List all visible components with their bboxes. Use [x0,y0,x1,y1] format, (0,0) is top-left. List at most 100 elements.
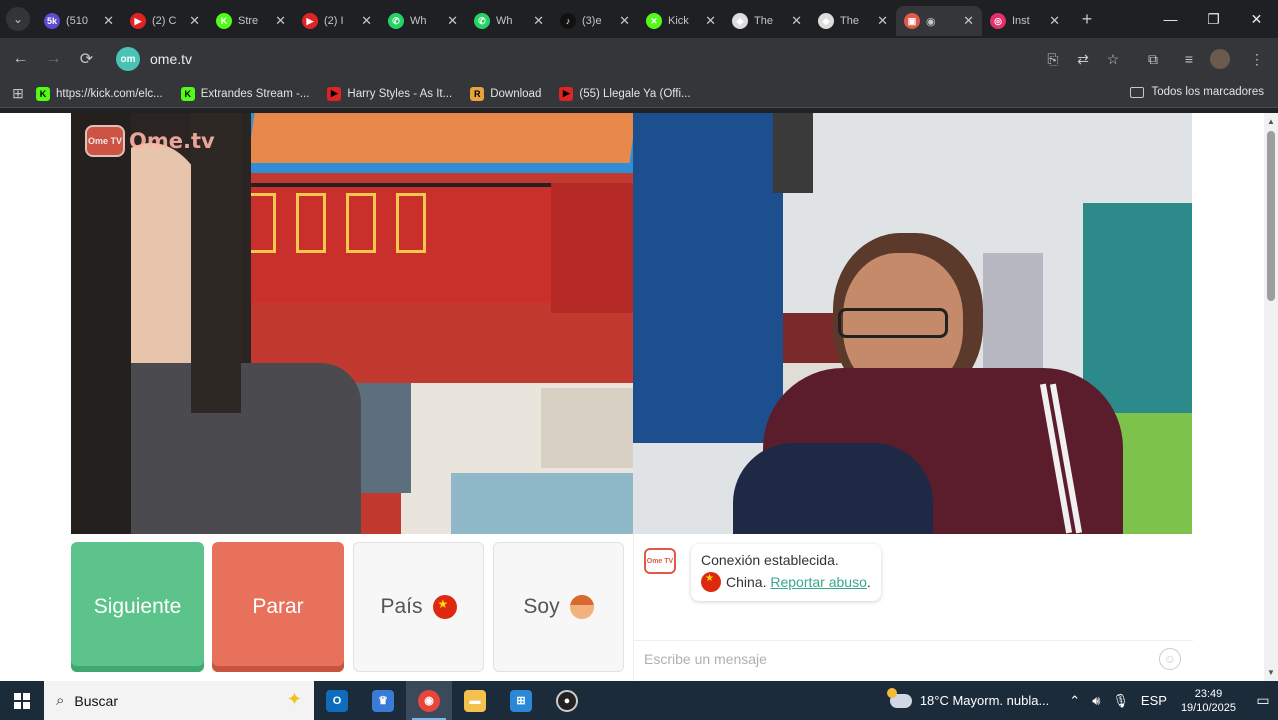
taskbar-file-explorer[interactable]: ▬ [452,681,498,720]
new-tab-button[interactable]: + [1072,9,1102,30]
tab-close-icon[interactable]: ✕ [705,13,716,29]
tab-title: The [754,15,773,27]
tab-9[interactable]: ◆ The ✕ [810,6,896,36]
profile-avatar[interactable] [1210,49,1230,69]
menu-icon[interactable]: ⋮ [1242,44,1272,74]
taskbar-app-trophy[interactable]: ♛ [360,681,406,720]
tab-list: 5k (510 ✕ ▶ (2) C ✕ K Stre ✕ ▶ (2) I ✕ ✆ Wh ✕ ✆ Wh ✕ ♪ (3)e… [36,2,1068,36]
tab-1[interactable]: ▶ (2) C ✕ [122,6,208,36]
window-controls: — ❐ ✕ [1149,0,1278,38]
tab-7[interactable]: ✕ Kick ✕ [638,6,724,36]
tab-11[interactable]: ◎ Inst ✕ [982,6,1068,36]
tab-close-icon[interactable]: ✕ [275,13,286,29]
extensions-icon[interactable]: ⧉ [1138,44,1168,74]
scroll-down-icon[interactable]: ▼ [1267,668,1275,677]
bookmark-item[interactable]: ▶ Harry Styles - As It... [327,86,452,101]
tab-close-icon[interactable]: ✕ [189,13,200,29]
tab-title: ◉ [926,15,936,28]
china-flag-icon [701,572,721,592]
forward-button[interactable]: → [37,43,70,75]
language-indicator[interactable]: ESP [1141,693,1167,708]
remote-video: Ome TV Ome.tv [71,113,633,534]
speaker-icon[interactable]: 🔊︎ [1092,693,1100,709]
weather-cloud-icon [886,687,912,708]
report-abuse-link[interactable]: Reportar abuso [770,574,867,590]
copilot-sparkle-icon: ✦ [286,689,302,709]
windows-logo-icon [14,692,30,709]
scrollbar-thumb[interactable] [1267,131,1275,301]
outlook-icon: O [326,689,348,712]
bookmark-star-icon[interactable]: ☆ [1098,44,1128,74]
microphone-icon[interactable]: 🎙︎ [1112,693,1129,709]
tab-6[interactable]: ♪ (3)e ✕ [552,6,638,36]
tab-close-icon[interactable]: ✕ [1049,13,1060,29]
site-info-icon[interactable]: om [116,47,140,71]
tab-close-icon[interactable]: ✕ [533,13,544,29]
emoji-icon[interactable]: ☺ [1159,648,1181,670]
tab-close-icon[interactable]: ✕ [103,13,114,29]
message-input-area: ☺ [634,640,1193,676]
gender-button[interactable]: Soy [493,542,624,672]
address-bar[interactable]: om ome.tv [112,43,1112,75]
tab-title: (510 [66,15,89,27]
tab-0[interactable]: 5k (510 ✕ [36,6,122,36]
tab-favicon-icon: ✆ [474,13,490,29]
page-scrollbar[interactable]: ▲ ▼ [1264,113,1278,681]
install-app-icon[interactable]: ⎘ [1038,44,1068,74]
ome-tv-logo-box: Ome TV [85,125,125,157]
url-text[interactable]: ome.tv [150,51,192,67]
taskbar-chrome[interactable]: ◉ [406,681,452,720]
translate-icon[interactable]: ⇄ [1068,44,1098,74]
country-button-label: País [380,595,423,618]
tab-search-button[interactable]: ⌄ [0,0,36,38]
all-bookmarks-button[interactable]: Todos los marcadores [1129,86,1264,98]
close-window-icon[interactable]: ✕ [1235,0,1278,38]
bookmark-item[interactable]: R Download [470,86,542,101]
tab-close-icon[interactable]: ✕ [619,13,630,29]
chevron-up-icon[interactable]: ⌃ [1069,693,1080,709]
next-button[interactable]: Siguiente [71,542,204,672]
back-button[interactable]: ← [4,43,37,75]
bookmark-favicon-icon: K [180,86,195,101]
apps-grid-icon[interactable]: ⊞ [0,85,36,102]
taskbar-search[interactable]: ⌕ Buscar ✦ [44,681,314,720]
tab-close-icon[interactable]: ✕ [963,13,974,29]
country-filter-button[interactable]: País [353,542,484,672]
scroll-up-icon[interactable]: ▲ [1267,117,1275,126]
browser-toolbar: ← → ⟳ om ome.tv ⎘ ⇄ ☆ ⧉ ≡ ⋮ [0,38,1278,80]
clock-time: 23:49 [1194,687,1223,700]
notification-icon[interactable]: ▭ [1248,681,1278,720]
taskbar-store[interactable]: ⊞ [498,681,544,720]
bookmarks-bar: ⊞ Khttps://kick.com/elc... K Extrandes Str… [0,80,1278,108]
tab-10[interactable]: ▣ ◉ ✕ [896,6,982,36]
tab-title: (2) I [324,15,344,27]
page-content: Ome TV Ome.tv Siguiente Parar País Soy O… [0,113,1278,681]
start-button[interactable] [0,681,44,720]
bookmark-item[interactable]: Khttps://kick.com/elc... [36,86,163,101]
tab-close-icon[interactable]: ✕ [877,13,888,29]
tab-4[interactable]: ✆ Wh ✕ [380,6,466,36]
tab-close-icon[interactable]: ✕ [361,13,372,29]
tab-5[interactable]: ✆ Wh ✕ [466,6,552,36]
restore-icon[interactable]: ❐ [1192,0,1235,38]
tab-title: Kick [668,15,689,27]
tab-close-icon[interactable]: ✕ [791,13,802,29]
tab-3[interactable]: ▶ (2) I ✕ [294,6,380,36]
clock[interactable]: 23:49 19/10/2025 [1181,687,1236,715]
bookmark-item[interactable]: ▶ (55) Llegale Ya (Offi... [559,86,691,101]
bookmark-item[interactable]: K Extrandes Stream -... [180,86,309,101]
media-control-icon[interactable]: ≡ [1174,44,1204,74]
reload-button[interactable]: ⟳ [70,43,103,75]
bookmark-favicon-icon: ▶ [559,86,574,101]
weather-widget[interactable]: 18°C Mayorm. nubla... [886,687,1049,708]
tab-2[interactable]: K Stre ✕ [208,6,294,36]
message-input[interactable] [644,650,1144,667]
taskbar-outlook[interactable]: O [314,681,360,720]
tab-close-icon[interactable]: ✕ [447,13,458,29]
stop-button[interactable]: Parar [212,542,344,672]
tab-8[interactable]: ◆ The ✕ [724,6,810,36]
minimize-icon[interactable]: — [1149,0,1192,38]
taskbar-obs[interactable]: ● [544,681,590,720]
bookmark-label: Download [490,87,542,100]
tab-favicon-icon: ◎ [990,13,1006,29]
